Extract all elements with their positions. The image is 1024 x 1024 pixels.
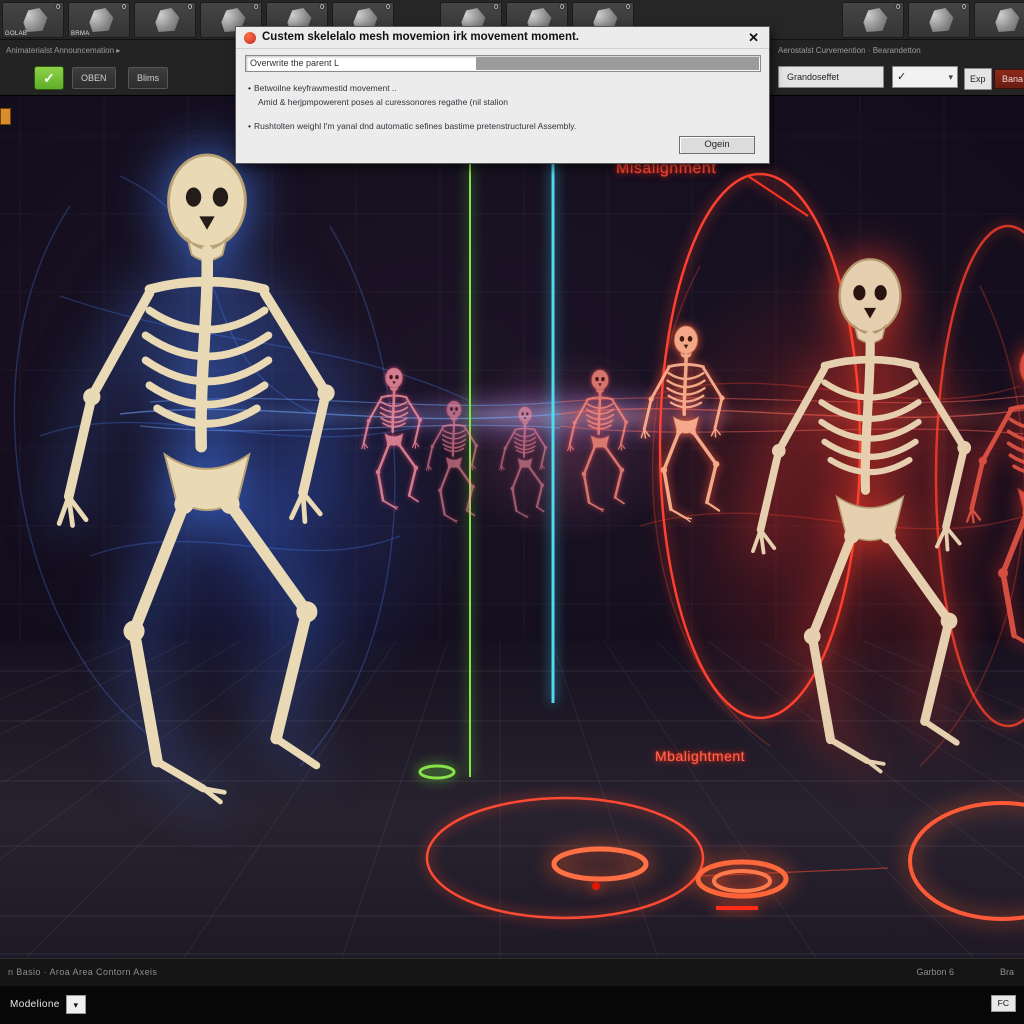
status-right-text: Garbon 6 <box>916 967 954 977</box>
asset-tile[interactable]: 0 BRMA <box>68 2 130 38</box>
misalignment-label-bottom: Mbalightment <box>655 748 745 764</box>
dialog-titlebar[interactable]: Custem skelelalo mesh movemion irk movem… <box>236 27 769 49</box>
asset-tile[interactable]: 0 <box>134 2 196 38</box>
asset-badge: 0 <box>254 4 258 11</box>
red-marker-dot <box>592 882 600 890</box>
dialog-title: Custem skelelalo mesh movemion irk movem… <box>262 31 722 43</box>
open-button[interactable]: Ogein <box>679 136 755 154</box>
grandoseffet-dropdown[interactable]: Grandoseffet <box>778 66 884 88</box>
oben-button[interactable]: OBEN <box>72 67 116 89</box>
green-floor-ring <box>420 766 454 778</box>
model-select-value: Modelione <box>4 999 66 1010</box>
asset-badge: 0 <box>386 4 390 11</box>
asset-badge: 0 <box>962 4 966 11</box>
asset-tile[interactable]: 0 GOLAB <box>2 2 64 38</box>
asset-tile[interactable]: 0 <box>842 2 904 38</box>
model-select-dropdown[interactable]: Modelione ▾ <box>4 993 86 1015</box>
exp-button[interactable]: Exp <box>964 68 992 90</box>
dialog-bullet-2: Amid & herjpmpowerent poses al curessono… <box>258 97 508 107</box>
toolbar-left-caption: Animaterialst Announcemation ▸ <box>6 46 120 55</box>
status-left-text: n Basio · Aroa Area Contorn Axeis <box>8 967 157 977</box>
bullet-icon: • <box>248 121 251 131</box>
chevron-down-icon: ▾ <box>948 67 953 87</box>
status-far-right-text: Bra <box>1000 967 1014 977</box>
fc-button[interactable]: FC <box>991 995 1016 1012</box>
red-floor-loop <box>427 798 703 918</box>
asset-badge: 0 <box>626 4 630 11</box>
asset-thumbnail-icon <box>923 8 955 32</box>
asset-thumbnail-icon <box>83 8 115 32</box>
chevron-down-icon: ▾ <box>66 995 86 1014</box>
asset-badge: 0 <box>494 4 498 11</box>
asset-badge: 0 <box>560 4 564 11</box>
asset-badge: 0 <box>56 4 60 11</box>
status-bar: n Basio · Aroa Area Contorn Axeis Garbon… <box>0 958 1024 986</box>
asset-thumbnail-icon <box>149 8 181 32</box>
bottom-control-bar: Modelione ▾ FC <box>0 986 1024 1024</box>
asset-thumbnail-icon <box>857 8 889 32</box>
dialog-bullet-1: •Betwoilne keyfrawmestid movement .. <box>248 83 397 93</box>
red-floor-arc-right <box>910 803 1024 919</box>
close-icon[interactable]: ✕ <box>748 30 759 46</box>
asset-badge: 0 <box>188 4 192 11</box>
asset-thumbnail-icon <box>17 8 49 32</box>
asset-badge: 0 <box>122 4 126 11</box>
asset-badge: 0 <box>320 4 324 11</box>
dialog-bullet-3: •Rushtolten weighl I'm yanal dnd automat… <box>248 121 678 132</box>
check-dropdown-value: ✓ <box>897 71 906 83</box>
bana-button[interactable]: Bana <box>994 69 1024 89</box>
red-floor-ring-1 <box>554 849 646 879</box>
confirm-check-button[interactable]: ✓ <box>34 66 64 90</box>
skeleton-ghost-1 <box>362 368 422 510</box>
asset-tile[interactable]: 0 <box>974 2 1024 38</box>
skeleton-blue-main <box>59 155 335 802</box>
app-window: 0 GOLAB 0 BRMA 0 0 0 0 0 0 0 0 0 0 Animate… <box>0 0 1024 1024</box>
asset-tile[interactable]: 0 <box>908 2 970 38</box>
selection-edge-marker <box>0 108 11 125</box>
mesh-name-input-value: Overwrite the parent L <box>250 58 339 68</box>
asset-badge: 0 <box>896 4 900 11</box>
asset-thumbnail-icon <box>989 8 1021 32</box>
viewport-canvas[interactable]: Misalignment Mbalightment <box>0 96 1024 958</box>
custom-mesh-dialog: Custem skelelalo mesh movemion irk movem… <box>235 26 770 164</box>
asset-label: GOLAB <box>5 31 27 37</box>
asset-label: BRMA <box>71 31 90 37</box>
scene-graphics <box>0 96 1024 958</box>
toolbar-right-caption: Aerostalst Curvemention · Bearandetton <box>778 46 921 55</box>
dialog-app-icon <box>244 32 256 44</box>
input-selection-fill <box>476 57 759 70</box>
check-dropdown[interactable]: ✓ ▾ <box>892 66 958 88</box>
bullet-icon: • <box>248 83 251 93</box>
mesh-name-input[interactable]: Overwrite the parent L <box>245 55 761 72</box>
blims-button[interactable]: Blims <box>128 67 168 89</box>
